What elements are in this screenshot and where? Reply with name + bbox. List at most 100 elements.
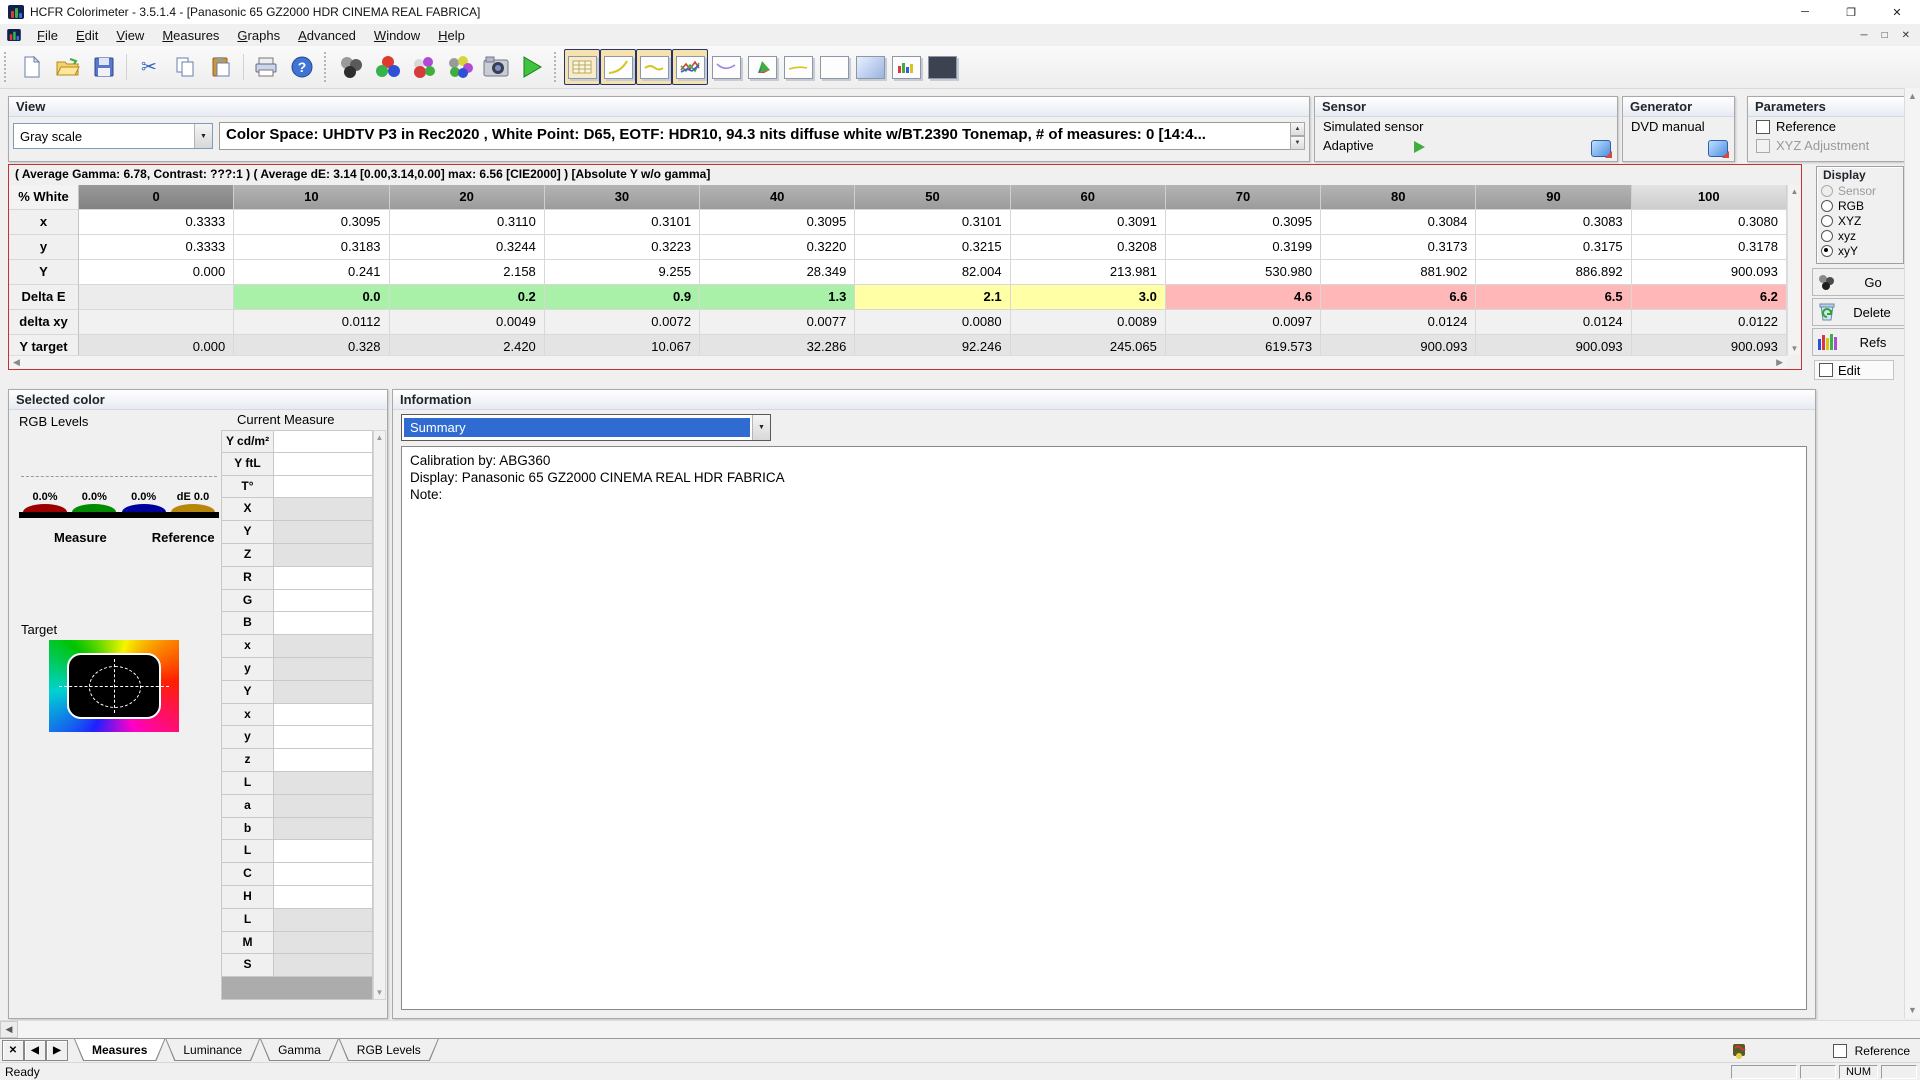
- grid-cell[interactable]: 6.2: [1632, 285, 1787, 310]
- display-option-xyz[interactable]: xyz: [1817, 228, 1903, 243]
- view-rgb-levels-icon[interactable]: [672, 49, 708, 85]
- menu-item-file[interactable]: File: [28, 26, 67, 45]
- grid-column-header[interactable]: 90: [1476, 185, 1631, 210]
- chevron-down-icon[interactable]: ▼: [194, 124, 212, 148]
- scroll-down-icon[interactable]: ▼: [1791, 344, 1799, 353]
- measure-grayscale-icon[interactable]: [370, 49, 406, 85]
- grid-cell[interactable]: 0.000: [79, 260, 234, 285]
- grid-cell[interactable]: 0.0124: [1321, 310, 1476, 335]
- grid-cell[interactable]: 886.892: [1476, 260, 1631, 285]
- grid-cell[interactable]: 6.5: [1476, 285, 1631, 310]
- scroll-right-icon[interactable]: ▶: [1776, 357, 1783, 368]
- grid-cell[interactable]: 0.3208: [1011, 235, 1166, 260]
- view-gradient-icon[interactable]: [852, 49, 888, 85]
- grid-cell[interactable]: 9.255: [545, 260, 700, 285]
- scroll-up-icon[interactable]: ▲: [1791, 187, 1799, 196]
- grid-cell[interactable]: 0.0: [234, 285, 389, 310]
- grid-cell[interactable]: 0.0124: [1476, 310, 1631, 335]
- grid-column-header[interactable]: 30: [545, 185, 700, 210]
- mdi-restore-icon[interactable]: □: [1882, 30, 1888, 41]
- menu-item-advanced[interactable]: Advanced: [289, 26, 365, 45]
- tab-measures[interactable]: Measures: [74, 1039, 165, 1061]
- grid-cell[interactable]: 0.3173: [1321, 235, 1476, 260]
- run-measures-icon[interactable]: [514, 49, 550, 85]
- grid-column-header[interactable]: 10: [234, 185, 389, 210]
- measure-index-spinner[interactable]: ▲ ▼: [1290, 122, 1305, 150]
- new-file-icon[interactable]: [14, 49, 50, 85]
- generator-configure-icon[interactable]: [1708, 140, 1728, 157]
- grid-column-header[interactable]: 80: [1321, 185, 1476, 210]
- grid-cell[interactable]: 1.3: [700, 285, 855, 310]
- grid-cell[interactable]: 2.1: [855, 285, 1010, 310]
- information-view-select[interactable]: Summary ▼: [401, 414, 771, 441]
- workspace-horizontal-scrollbar[interactable]: ◀: [0, 1020, 1920, 1038]
- grid-cell[interactable]: 0.3091: [1011, 210, 1166, 235]
- grid-cell[interactable]: 82.004: [855, 260, 1010, 285]
- grid-cell[interactable]: 0.3084: [1321, 210, 1476, 235]
- grid-cell[interactable]: 881.902: [1321, 260, 1476, 285]
- grid-cell[interactable]: 0.0049: [390, 310, 545, 335]
- grid-cell[interactable]: 0.3333: [79, 235, 234, 260]
- grid-column-header[interactable]: 50: [855, 185, 1010, 210]
- mdi-minimize-icon[interactable]: ─: [1860, 30, 1867, 41]
- tab-close-icon[interactable]: ✕: [2, 1040, 24, 1061]
- display-option-xyy[interactable]: xyY: [1817, 243, 1903, 258]
- grid-cell[interactable]: 0.0112: [234, 310, 389, 335]
- menu-item-edit[interactable]: Edit: [67, 26, 107, 45]
- grid-cell[interactable]: 0.3333: [79, 210, 234, 235]
- reference-checkbox[interactable]: [1756, 120, 1770, 134]
- grid-cell[interactable]: 0.0097: [1166, 310, 1321, 335]
- spinner-up-icon[interactable]: ▲: [1290, 122, 1305, 136]
- grid-cell[interactable]: 0.3095: [234, 210, 389, 235]
- view-colortemp-curve-icon[interactable]: [780, 49, 816, 85]
- grid-cell[interactable]: 0.3101: [855, 210, 1010, 235]
- cut-icon[interactable]: ✂: [131, 49, 167, 85]
- display-option-rgb[interactable]: RGB: [1817, 198, 1903, 213]
- grid-cell[interactable]: 0.3220: [700, 235, 855, 260]
- menu-item-view[interactable]: View: [107, 26, 153, 45]
- grid-column-header[interactable]: 70: [1166, 185, 1321, 210]
- view-plain-icon[interactable]: [816, 49, 852, 85]
- minimize-button-icon[interactable]: ─: [1782, 0, 1828, 24]
- scroll-up-icon[interactable]: ▲: [1908, 91, 1917, 101]
- grid-cell[interactable]: 0.0080: [855, 310, 1010, 335]
- delete-button[interactable]: Delete: [1812, 298, 1906, 326]
- grid-vertical-scrollbar[interactable]: ▲▼: [1787, 185, 1801, 355]
- grid-cell[interactable]: [79, 285, 234, 310]
- grid-cell[interactable]: 0.9: [545, 285, 700, 310]
- grid-horizontal-scrollbar[interactable]: ◀▶: [9, 355, 1787, 369]
- grid-cell[interactable]: 0.3083: [1476, 210, 1631, 235]
- refs-button[interactable]: Refs: [1812, 328, 1906, 356]
- help-icon[interactable]: ?: [284, 49, 320, 85]
- restore-button-icon[interactable]: ❐: [1828, 0, 1874, 24]
- scroll-down-icon[interactable]: ▼: [1908, 1005, 1917, 1015]
- spinner-down-icon[interactable]: ▼: [1290, 136, 1305, 150]
- scroll-left-icon[interactable]: ◀: [13, 357, 20, 368]
- grid-cell[interactable]: 213.981: [1011, 260, 1166, 285]
- grid-cell[interactable]: 28.349: [700, 260, 855, 285]
- scroll-left-icon[interactable]: ◀: [0, 1021, 18, 1038]
- grid-column-header[interactable]: 60: [1011, 185, 1166, 210]
- grid-cell[interactable]: 0.3244: [390, 235, 545, 260]
- scroll-down-icon[interactable]: ▼: [376, 988, 384, 997]
- menu-item-measures[interactable]: Measures: [153, 26, 228, 45]
- grid-cell[interactable]: 0.3223: [545, 235, 700, 260]
- tab-prev-icon[interactable]: ◀: [24, 1040, 46, 1061]
- view-dark-icon[interactable]: [924, 49, 960, 85]
- open-file-icon[interactable]: [50, 49, 86, 85]
- reference-checkbox-row[interactable]: Reference: [1748, 117, 1910, 136]
- grid-cell[interactable]: 2.158: [390, 260, 545, 285]
- tab-next-icon[interactable]: ▶: [46, 1040, 68, 1061]
- tab-luminance[interactable]: Luminance: [165, 1039, 260, 1061]
- chevron-down-icon[interactable]: ▼: [752, 415, 770, 440]
- display-option-xyz[interactable]: XYZ: [1817, 213, 1903, 228]
- grid-cell[interactable]: 0.0089: [1011, 310, 1166, 335]
- grid-cell[interactable]: 0.3095: [1166, 210, 1321, 235]
- grid-column-header[interactable]: 20: [390, 185, 545, 210]
- menu-item-graphs[interactable]: Graphs: [228, 26, 289, 45]
- view-gamma-curve-icon[interactable]: [600, 49, 636, 85]
- print-icon[interactable]: [248, 49, 284, 85]
- grid-cell[interactable]: 0.3199: [1166, 235, 1321, 260]
- grid-cell[interactable]: 0.241: [234, 260, 389, 285]
- paste-icon[interactable]: [203, 49, 239, 85]
